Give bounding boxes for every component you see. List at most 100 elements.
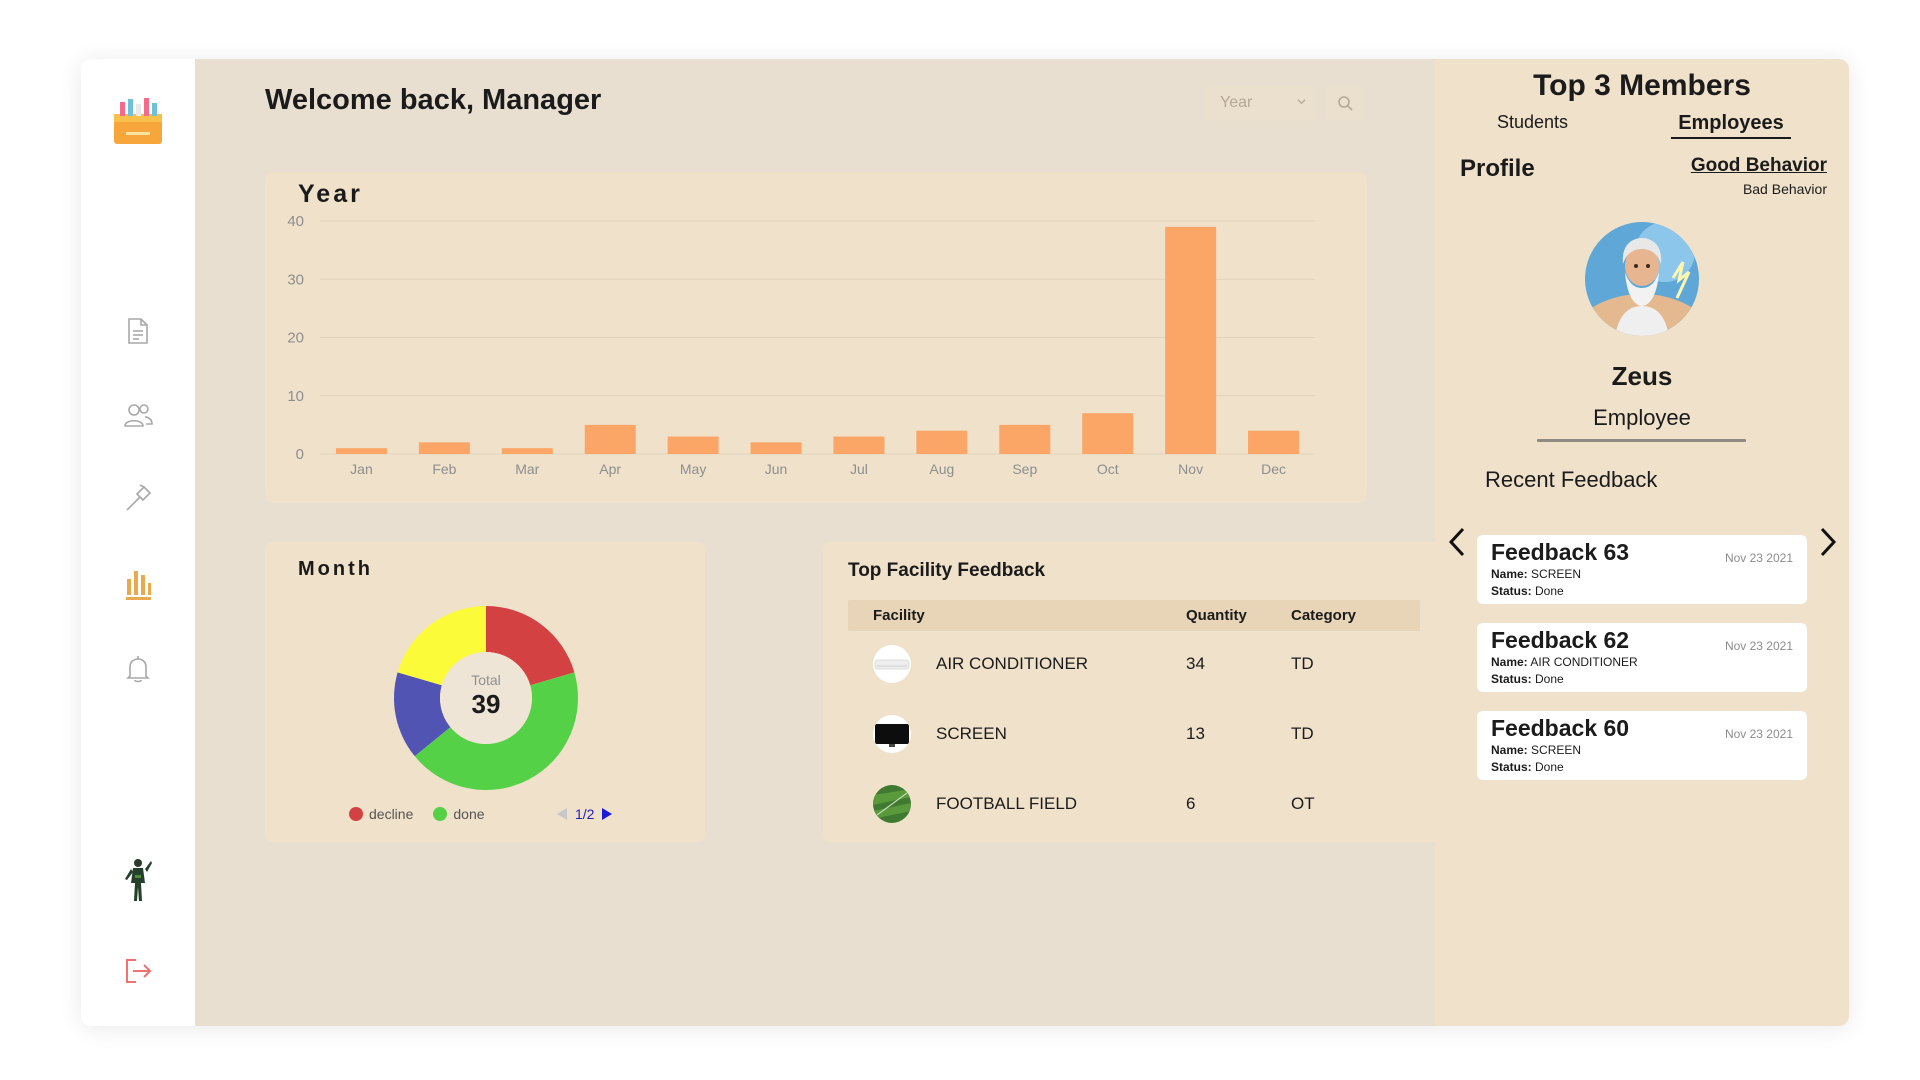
y-tick-label: 40 [287,213,304,230]
bar[interactable] [1248,430,1300,454]
feedback-status-line: Status: Done [1491,584,1564,598]
profile-label: Profile [1460,155,1535,182]
bar[interactable] [916,430,968,454]
bar[interactable] [501,448,553,454]
feedback-status-label: Status: [1491,584,1532,598]
x-tick-label: Aug [929,461,954,477]
donut-total-label: Total [471,672,501,688]
logout-icon [126,959,152,983]
bar[interactable] [335,448,387,454]
table-row[interactable]: AIR CONDITIONER 34 TD [848,634,1420,694]
facility-quantity: 34 [1186,654,1205,673]
period-select[interactable]: Year [1203,86,1316,121]
legend-swatch-done [433,807,448,821]
app-logo [112,96,164,146]
facility-thumbnail [873,645,911,683]
bar[interactable] [1165,226,1217,454]
feedback-title: Feedback 60 [1491,715,1630,741]
feedback-name-line: Name: SCREEN [1491,567,1581,581]
facility-quantity: 6 [1186,794,1196,813]
recent-feedback-title: Recent Feedback [1485,467,1658,492]
feedback-name: AIR CONDITIONER [1530,655,1638,669]
month-donut-chart: Total39 [394,606,578,790]
year-chart-title: Year [298,180,363,208]
x-tick-label: Mar [515,461,539,477]
nav-facilities[interactable] [122,482,154,514]
legend-label-done: done [453,806,485,822]
feedback-status: Done [1535,672,1564,686]
nav-reports[interactable] [122,315,154,347]
table-header: Facility Quantity Category [848,600,1420,631]
facility-name: AIR CONDITIONER [936,654,1089,673]
feedback-name-label: Name: [1491,655,1528,669]
chevron-left-icon [1448,527,1465,557]
facility-thumbnail [873,785,911,823]
feedback-title: Feedback 62 [1491,627,1630,653]
hammer-icon [126,484,152,511]
month-chart-card: Month Total 39 decline done 1/2 [265,542,705,842]
nav-statistics[interactable] [122,567,154,600]
top-members-panel: Top 3 Members Students Employees Profile… [1435,59,1849,1026]
bar[interactable] [1082,413,1134,454]
member-role: Employee [1593,405,1691,430]
bar[interactable] [667,436,719,454]
column-header-quantity: Quantity [1186,607,1247,624]
facility-feedback-card: Top Facility Feedback Facility Quantity … [823,542,1445,842]
feedback-date: Nov 23 2021 [1724,639,1793,653]
bad-behavior-toggle[interactable]: Bad Behavior [1683,181,1827,197]
sidebar [81,59,195,1026]
table-row[interactable]: FOOTBALL FIELD 6 OT [848,774,1420,834]
facility-quantity: 13 [1186,724,1205,743]
feedback-status: Done [1535,760,1564,774]
bar[interactable] [999,424,1051,454]
y-tick-label: 20 [287,330,304,347]
donut-legend: decline done [349,806,485,822]
member-name: Zeus [1611,361,1673,391]
nav-users[interactable] [122,399,154,431]
nav-notifications[interactable] [122,653,154,685]
search-button[interactable] [1326,85,1363,120]
x-tick-label: Jun [765,461,788,477]
feedback-card[interactable]: Feedback 63 Nov 23 2021 Name: SCREEN Sta… [1477,535,1807,604]
feedback-prev-button[interactable] [1445,525,1469,559]
feedback-date: Nov 23 2021 [1724,727,1793,741]
pager-next-icon[interactable] [600,807,614,821]
pager-text: 1/2 [575,806,595,822]
column-header-category: Category [1291,607,1357,624]
facility-name: FOOTBALL FIELD [936,794,1078,813]
tab-employees[interactable]: Employees [1671,112,1791,139]
legend-pager: 1/2 [555,806,614,822]
bar[interactable] [833,436,885,454]
good-behavior-toggle[interactable]: Good Behavior [1683,155,1827,177]
bar[interactable] [584,424,636,454]
x-tick-label: May [680,461,706,477]
feedback-next-button[interactable] [1816,525,1840,559]
pager-prev-icon[interactable] [555,807,569,821]
table-row[interactable]: SCREEN 13 TD [848,704,1420,764]
chevron-down-icon [1297,99,1306,105]
feedback-card[interactable]: Feedback 60 Nov 23 2021 Name: SCREEN Sta… [1477,711,1807,780]
feedback-name: SCREEN [1531,743,1582,757]
member-avatar [1585,222,1699,336]
feedback-status-label: Status: [1491,672,1532,686]
logout-button[interactable] [122,955,154,987]
chevron-right-icon [1820,527,1837,557]
bar[interactable] [418,442,470,454]
x-tick-label: Sep [1012,461,1037,477]
feedback-card[interactable]: Feedback 62 Nov 23 2021 Name: AIR CONDIT… [1477,623,1807,692]
y-tick-label: 0 [296,446,304,463]
tab-students[interactable]: Students [1497,112,1568,133]
app-window: Welcome back, Manager Year Year 0 10 20 30 4… [81,59,1849,1026]
x-tick-label: Oct [1097,461,1119,477]
facility-category: TD [1291,654,1314,673]
feedback-name-label: Name: [1491,567,1528,581]
x-tick-label: Feb [432,461,456,477]
user-avatar[interactable] [121,857,155,905]
column-header-facility: Facility [873,607,925,624]
facility-category: OT [1291,794,1315,813]
feedback-name-line: Name: AIR CONDITIONER [1491,655,1638,669]
bar[interactable] [750,442,802,454]
feedback-title: Feedback 63 [1491,539,1630,565]
facility-name: SCREEN [936,724,1007,743]
x-tick-label: Apr [599,461,621,477]
